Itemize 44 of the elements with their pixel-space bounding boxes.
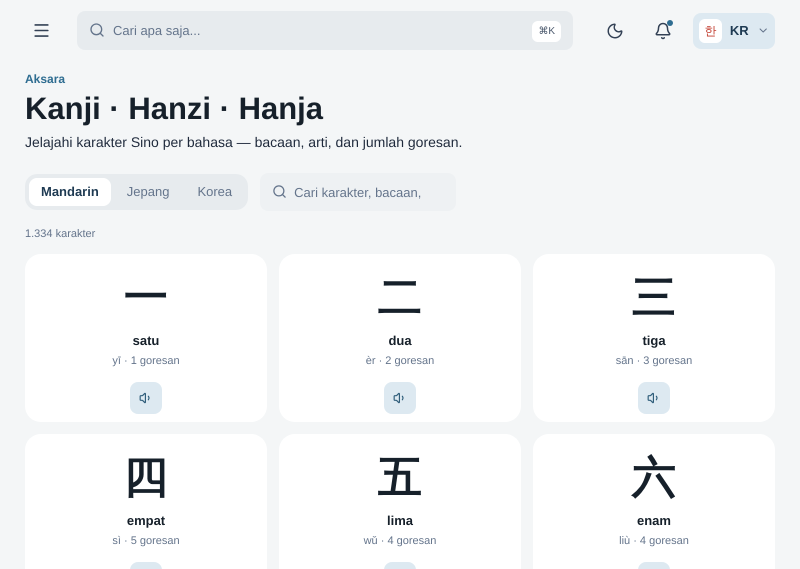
character-meaning: lima: [386, 512, 413, 530]
shortcut-key: ⌘K: [532, 21, 561, 42]
language-tab[interactable]: Jepang: [114, 178, 182, 206]
character-card[interactable]: 二 dua èr · 2 goresan: [279, 254, 521, 422]
character-search-field[interactable]: Cari karakter, bacaan,: [260, 173, 456, 211]
page-subtitle: Jelajahi karakter Sino per bahasa — bacaan, arti, dan jumlah goresan.: [25, 133, 462, 152]
search-icon: [89, 22, 105, 38]
character-detail: sān · 3 goresan: [616, 354, 692, 369]
character-meaning: empat: [126, 512, 166, 530]
play-audio-button[interactable]: [638, 382, 670, 414]
eyebrow-label: Aksara: [25, 71, 66, 88]
character-glyph: 二: [378, 270, 422, 324]
character-detail: èr · 2 goresan: [366, 354, 434, 369]
character-glyph: 五: [378, 450, 422, 504]
language-tab[interactable]: Korea: [185, 178, 244, 206]
character-meaning: enam: [637, 512, 671, 530]
character-glyph: 一: [124, 270, 168, 324]
character-detail: wǔ · 4 goresan: [364, 534, 436, 549]
menu-icon: [32, 21, 50, 40]
language-glyph: 한: [699, 18, 722, 42]
character-card[interactable]: 五 lima wǔ · 4 goresan: [279, 434, 521, 569]
character-detail: yī · 1 goresan: [112, 354, 180, 369]
character-meaning: satu: [132, 332, 160, 350]
page-title: Kanji · Hanzi · Hanja: [25, 90, 323, 128]
search-icon: [272, 184, 288, 199]
character-card[interactable]: 一 satu yī · 1 goresan: [25, 254, 267, 422]
character-detail: liù · 4 goresan: [619, 534, 689, 549]
bell-icon: [654, 22, 672, 40]
character-meaning: dua: [388, 332, 412, 350]
language-code: KR: [730, 22, 749, 40]
character-card[interactable]: 四 empat sì · 5 goresan: [25, 434, 267, 569]
character-detail: sì · 5 goresan: [112, 534, 180, 549]
character-glyph: 四: [124, 450, 168, 504]
character-card[interactable]: 六 enam liù · 4 goresan: [533, 434, 775, 569]
character-glyph: 六: [632, 450, 676, 504]
language-tab[interactable]: Mandarin: [29, 178, 111, 206]
language-selector[interactable]: 한 KR: [693, 12, 775, 48]
play-audio-button[interactable]: [384, 382, 416, 414]
character-meaning: tiga: [642, 332, 666, 350]
play-audio-button[interactable]: [130, 382, 162, 414]
moon-icon: [606, 22, 624, 40]
character-glyph: 三: [632, 270, 676, 324]
character-card[interactable]: 三 tiga sān · 3 goresan: [533, 254, 775, 422]
character-count: 1.334 karakter: [25, 227, 96, 242]
